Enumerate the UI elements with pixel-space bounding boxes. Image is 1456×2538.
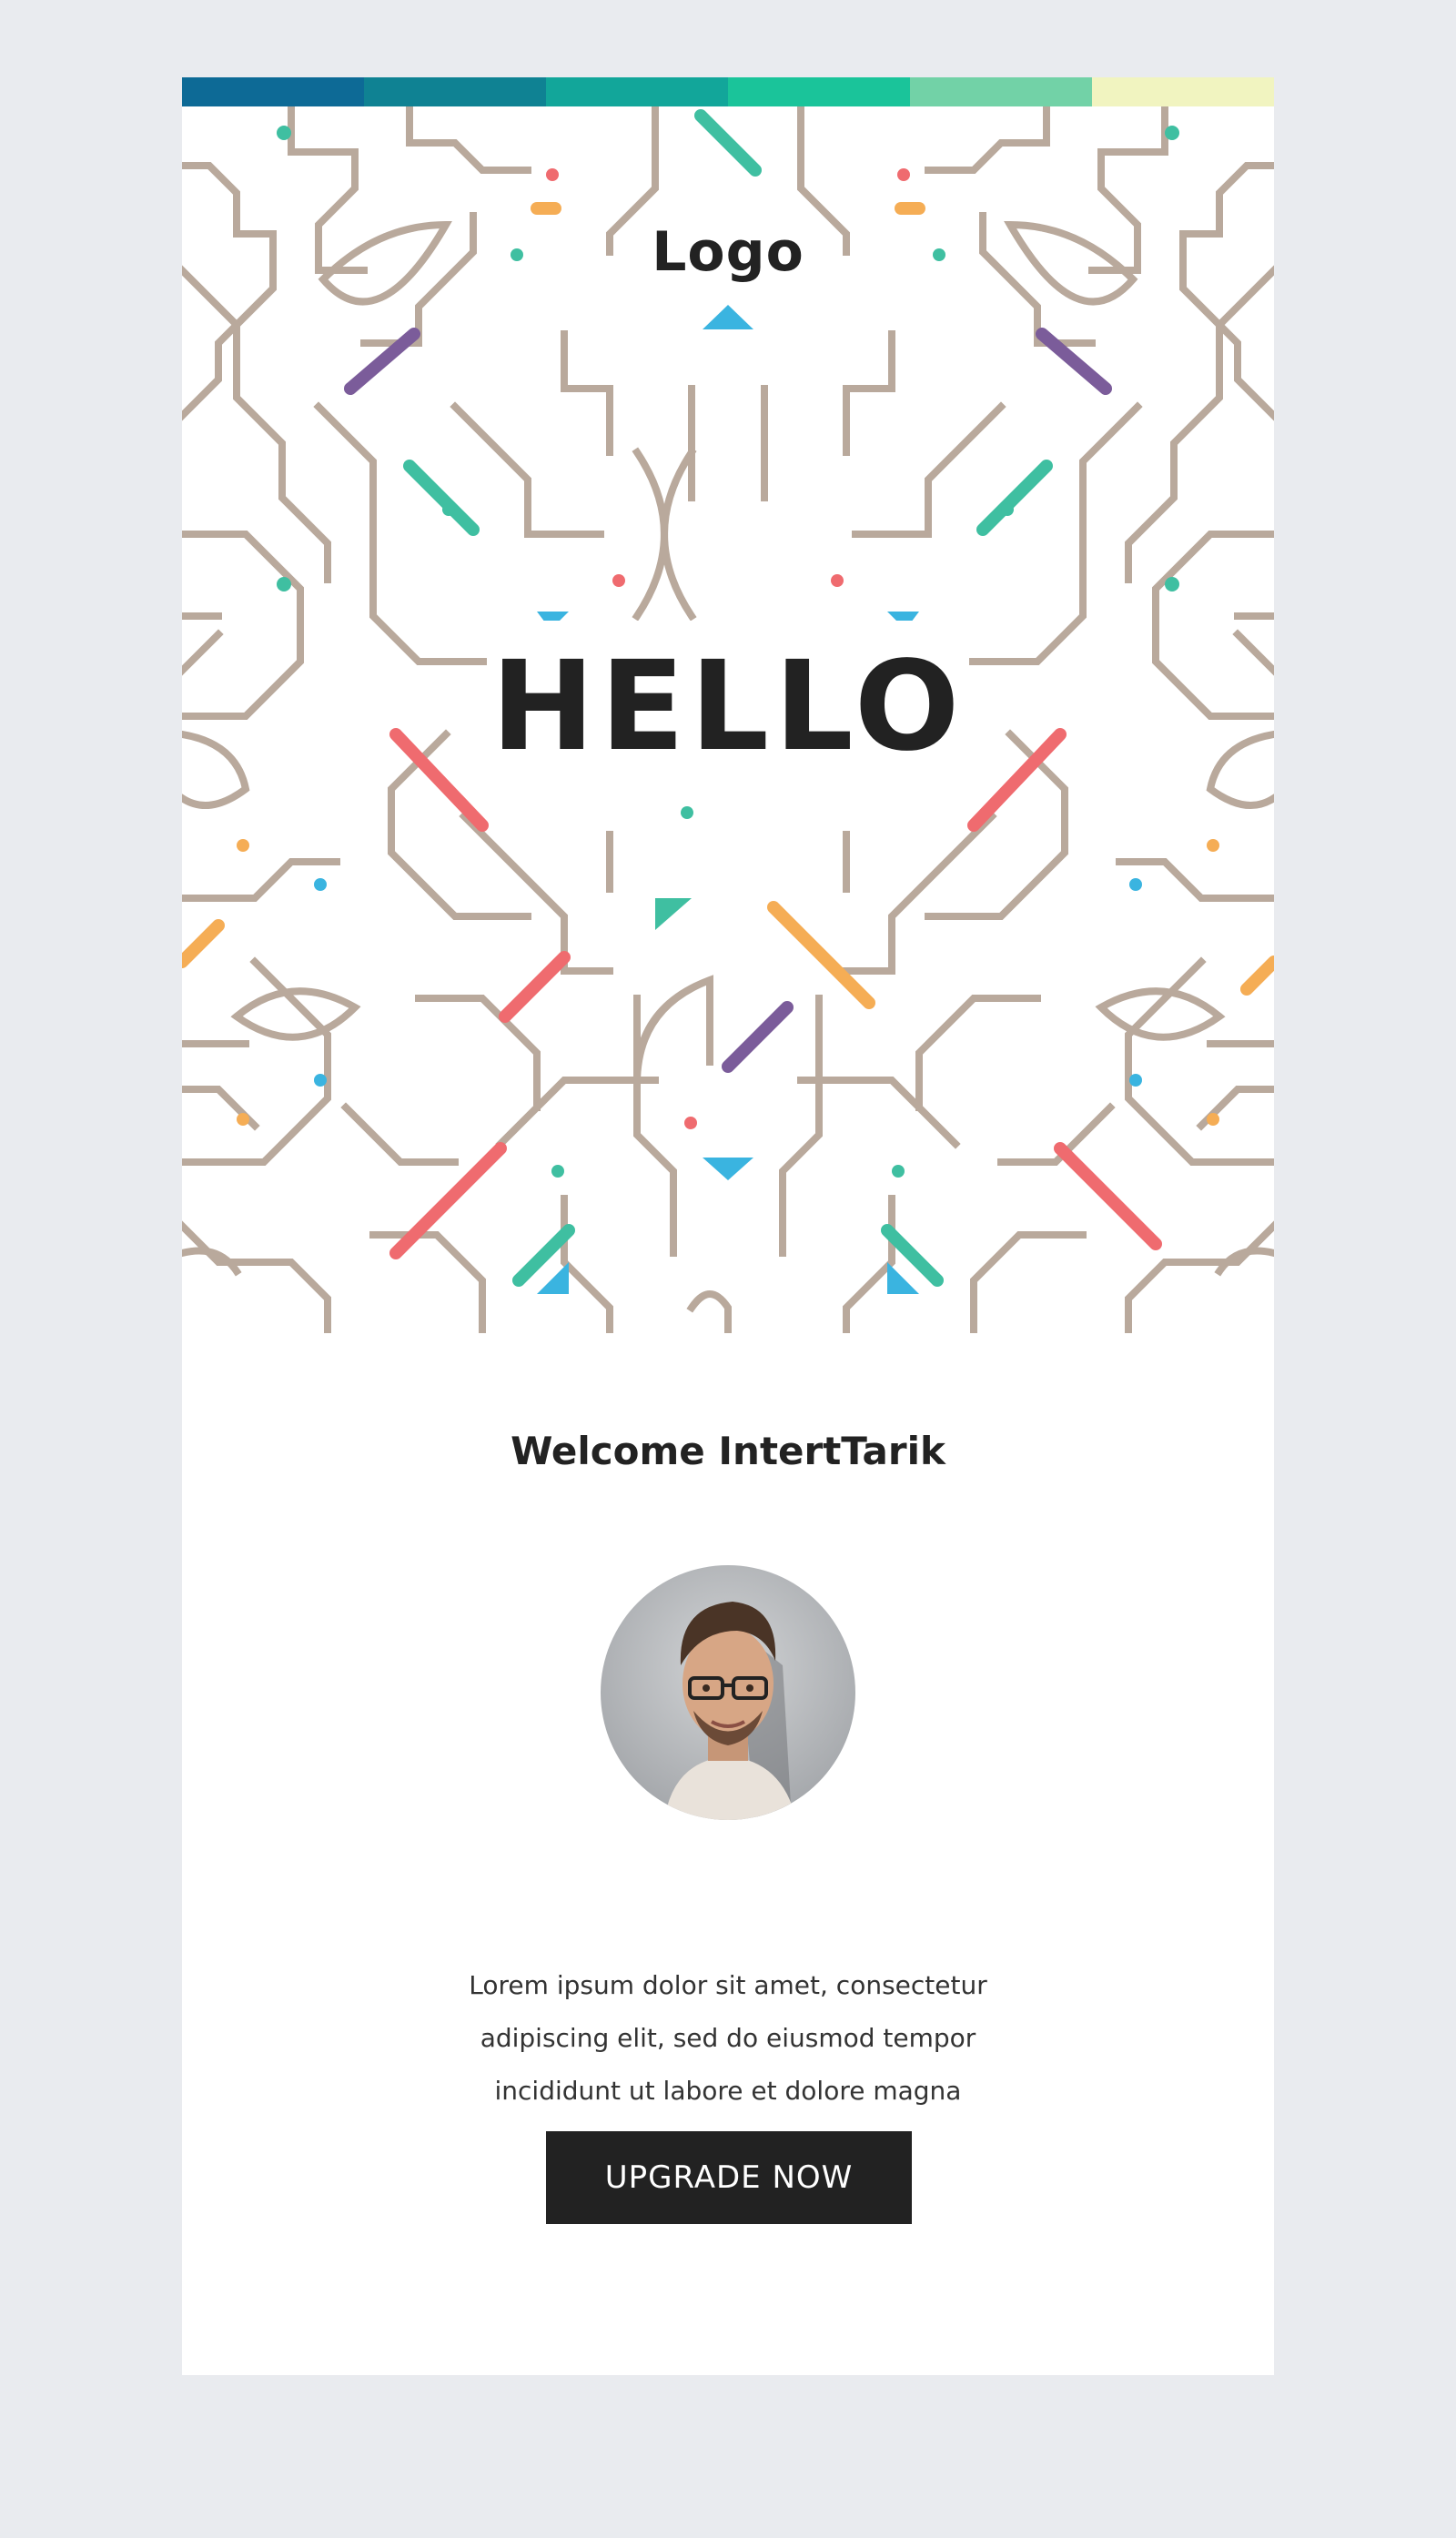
color-bar-segment [728, 77, 910, 106]
welcome-heading: Welcome IntertTarik [511, 1429, 945, 1473]
avatar [601, 1565, 855, 1820]
email-container: Logo HELLO Welcome IntertTarik Lorem ips… [182, 77, 1274, 2375]
hero-banner: Logo HELLO [182, 106, 1274, 1333]
logo[interactable]: Logo [182, 220, 1274, 284]
upgrade-now-button[interactable]: UPGRADE NOW [546, 2131, 912, 2224]
paragraph-line: adipiscing elit, sed do eiusmod tempor [480, 2023, 976, 2053]
color-bar-segment [1092, 77, 1274, 106]
person-portrait-icon [601, 1565, 855, 1820]
hero-headline: HELLO [487, 621, 969, 794]
header-color-bar [182, 77, 1274, 106]
color-bar-segment [364, 77, 546, 106]
color-bar-segment [546, 77, 728, 106]
color-bar-segment [182, 77, 364, 106]
paragraph-line: incididunt ut labore et dolore magna [494, 2076, 962, 2106]
paragraph-line: Lorem ipsum dolor sit amet, consectetur [469, 1970, 987, 2000]
body-paragraph: Lorem ipsum dolor sit amet, consectetur … [455, 1959, 1001, 2118]
color-bar-segment [910, 77, 1092, 106]
